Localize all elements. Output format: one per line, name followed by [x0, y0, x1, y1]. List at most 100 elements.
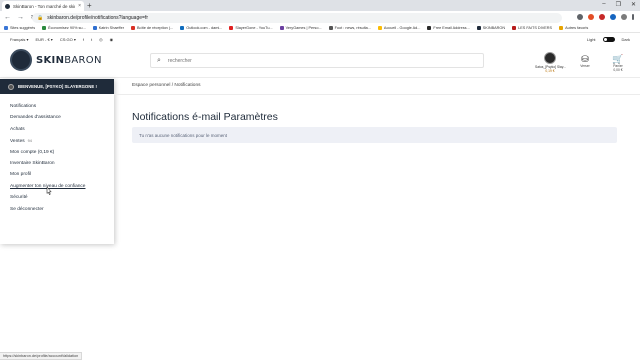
- browser-tab-strip: SkinBaron - Ton marché de skins... × + –…: [0, 0, 640, 11]
- avatar: [544, 52, 556, 64]
- search-icon[interactable]: ⌕: [157, 57, 161, 65]
- search-box[interactable]: ⌕: [150, 53, 484, 68]
- bookmark-item[interactable]: Foot : news, résulta...: [328, 26, 371, 30]
- bookmark-item[interactable]: Accueil - Google Ad...: [377, 26, 420, 30]
- page-title: Notifications é-mail Paramètres: [132, 111, 278, 123]
- extension-icon[interactable]: [599, 14, 605, 20]
- game-select[interactable]: CS:GO ▾: [60, 37, 76, 42]
- sidebar-welcome: BIENVENUE, [PSYKO] SLAYERGONE !: [0, 79, 114, 94]
- account-sidebar: BIENVENUE, [PSYKO] SLAYERGONE ! Notifica…: [0, 79, 114, 244]
- bookmark-favicon-icon: [42, 26, 47, 30]
- bookmark-label: Outlook.com - dami...: [186, 26, 223, 30]
- currency-select[interactable]: EUR - € ▾: [35, 37, 52, 42]
- bookmark-item[interactable]: Autres favoris: [559, 26, 588, 30]
- language-select[interactable]: Français ▾: [10, 37, 28, 42]
- sidebar-item-3[interactable]: Ventes 94: [10, 138, 114, 149]
- money-bag-icon: ⛁: [581, 54, 589, 64]
- sidebar-item-9[interactable]: Se déconnecter: [10, 207, 114, 218]
- tab-close-icon[interactable]: ×: [78, 3, 81, 9]
- theme-dark-label: Dark: [621, 36, 630, 42]
- logo-text: SKINBARON: [36, 54, 102, 66]
- bookmark-label: Foot : news, résulta...: [334, 26, 371, 30]
- sidebar-item-label: Inventaire SkinBaron: [10, 160, 55, 166]
- bookmark-label: Économisez 90% su...: [48, 26, 86, 30]
- steam-icon[interactable]: ◉: [110, 37, 114, 42]
- window-controls: – ❐ ✕: [602, 1, 636, 8]
- bookmark-item[interactable]: Free Email Address...: [427, 26, 470, 30]
- bookmark-favicon-icon: [130, 26, 135, 30]
- search-input[interactable]: [167, 57, 368, 64]
- user-menu[interactable]: Satus_[Psyko] Slay... 0,19 €: [535, 52, 566, 73]
- sidebar-item-4[interactable]: Mon compte (0,19 €): [10, 150, 114, 161]
- sidebar-item-6[interactable]: Mon profil: [10, 172, 114, 183]
- bookmark-item[interactable]: Outlook.com - dami...: [180, 26, 222, 30]
- address-url[interactable]: skinbaron.de/profile/notifications?langu…: [47, 15, 148, 21]
- back-icon[interactable]: ←: [4, 14, 11, 21]
- bookmark-item[interactable]: Katrin Shaeffer: [92, 26, 124, 30]
- bookmark-item[interactable]: SKINBARON: [476, 26, 506, 30]
- bookmark-item[interactable]: VeryGames | Perso...: [279, 26, 322, 30]
- avatar: [8, 83, 14, 90]
- skinbaron-favicon-icon: [5, 3, 10, 9]
- twitter-icon[interactable]: t: [91, 37, 92, 42]
- bookmark-item[interactable]: Économisez 90% su...: [42, 26, 86, 30]
- cart-button[interactable]: 🛒 Panier 0,00 €: [607, 54, 629, 72]
- sidebar-item-8[interactable]: Sécurité: [10, 195, 114, 206]
- bookmark-item[interactable]: Boîte de réception (...: [130, 26, 173, 30]
- bookmark-label: LES FAITS DIVERS: [518, 26, 553, 30]
- facebook-icon[interactable]: f: [83, 37, 84, 42]
- extension-icons: [577, 14, 634, 20]
- profile-avatar-icon[interactable]: [621, 14, 627, 20]
- close-window-icon[interactable]: ✕: [631, 1, 636, 8]
- maximize-icon[interactable]: ❐: [616, 1, 621, 8]
- menu-icon[interactable]: [632, 14, 634, 20]
- deposit-button[interactable]: ⛁ Verser: [574, 54, 596, 68]
- browser-tab-title: SkinBaron - Ton marché de skins...: [13, 3, 75, 9]
- lock-icon: 🔒: [37, 14, 44, 21]
- sidebar-item-5[interactable]: Inventaire SkinBaron: [10, 161, 114, 172]
- bookmark-label: Katrin Shaeffer: [98, 26, 124, 30]
- sidebar-item-0[interactable]: Notifications: [10, 104, 114, 115]
- bookmark-favicon-icon: [229, 26, 234, 30]
- bookmark-label: Free Email Address...: [433, 26, 470, 30]
- sidebar-item-label: Demandes d'assistance: [10, 115, 61, 121]
- bookmark-favicon-icon: [377, 26, 382, 30]
- sidebar-item-label: Se déconnecter: [10, 206, 44, 212]
- bookmark-label: Sites suggérés: [10, 26, 36, 30]
- instagram-icon[interactable]: ◎: [99, 37, 103, 42]
- skinbaron-logo[interactable]: SKINBARON: [10, 49, 102, 71]
- theme-toggle[interactable]: [602, 36, 615, 42]
- bookmark-favicon-icon: [476, 26, 481, 30]
- bookmark-item[interactable]: SlayerGone - YouTu...: [229, 26, 273, 30]
- browser-tab[interactable]: SkinBaron - Ton marché de skins... ×: [2, 1, 84, 11]
- browser-toolbar: ← → ↻ 🔒 skinbaron.de/profile/notificatio…: [0, 11, 640, 24]
- bookmark-favicon-icon: [512, 26, 517, 30]
- minimize-icon[interactable]: –: [602, 1, 605, 8]
- bookmark-label: VeryGames | Perso...: [285, 26, 322, 30]
- sidebar-item-label: Mon profil: [10, 172, 32, 178]
- cart-icon: 🛒: [612, 54, 624, 64]
- sidebar-item-2[interactable]: Achats: [10, 127, 114, 138]
- bookmark-item[interactable]: LES FAITS DIVERS: [512, 26, 552, 30]
- extension-icon[interactable]: [588, 14, 594, 20]
- browser-status-bar: https://skinbaron.de/profile/accountVali…: [0, 352, 83, 360]
- new-tab-button[interactable]: +: [87, 1, 92, 10]
- site-top-strip: Français ▾ EUR - € ▾ CS:GO ▾ f t ◎ ◉ Lig…: [0, 34, 640, 44]
- bookmark-label: SlayerGone - YouTu...: [235, 26, 273, 30]
- bookmark-label: SKINBARON: [482, 26, 506, 30]
- divider: [114, 94, 640, 95]
- sidebar-item-7[interactable]: Augmenter ton niveau de confiance: [10, 184, 114, 195]
- breadcrumb: Espace personnel / Notifications: [132, 83, 201, 88]
- sidebar-item-label: Ventes: [10, 139, 25, 145]
- forward-icon[interactable]: →: [17, 14, 24, 21]
- bookmark-favicon-icon: [92, 26, 97, 30]
- address-bar[interactable]: 🔒 skinbaron.de/profile/notifications?lan…: [32, 12, 562, 23]
- bookmark-item[interactable]: Sites suggérés: [4, 26, 35, 30]
- sidebar-menu: Notifications Demandes d'assistance Achats…: [0, 94, 114, 218]
- sidebar-item-1[interactable]: Demandes d'assistance: [10, 115, 114, 126]
- bookmark-favicon-icon: [559, 26, 564, 30]
- sidebar-item-label: Mon compte (0,19 €): [10, 149, 55, 155]
- star-icon[interactable]: [577, 14, 583, 20]
- extension-icon[interactable]: [610, 14, 616, 20]
- baron-emblem-icon: [10, 49, 32, 71]
